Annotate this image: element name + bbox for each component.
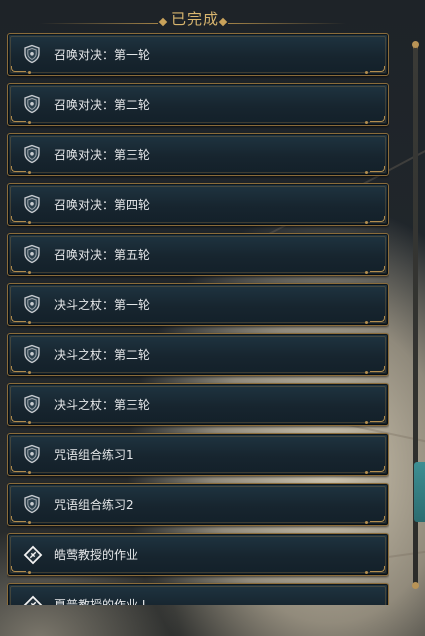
card-ornament-dot xyxy=(365,121,368,124)
card-ornament-dot xyxy=(28,521,31,524)
shield-icon xyxy=(22,344,42,364)
card-ornament-dot xyxy=(28,221,31,224)
quest-title: 召唤对决：第二轮 xyxy=(54,98,151,112)
scrollbar-cap-bottom xyxy=(412,582,419,589)
card-corner-ornament xyxy=(11,316,26,322)
card-corner-ornament xyxy=(11,216,26,222)
shield-icon xyxy=(22,44,42,64)
card-ornament-dot xyxy=(365,71,368,74)
quest-list-item[interactable]: 召唤对决：第二轮 xyxy=(7,83,389,126)
section-title: 已完成 xyxy=(170,10,219,28)
card-corner-ornament xyxy=(370,116,385,122)
quest-title: 决斗之杖：第一轮 xyxy=(54,298,151,312)
shield-icon xyxy=(22,444,42,464)
card-ornament-dot xyxy=(365,371,368,374)
card-corner-ornament xyxy=(11,66,26,72)
card-ornament-dot xyxy=(365,421,368,424)
card-ornament-dot xyxy=(365,321,368,324)
card-corner-ornament xyxy=(11,116,26,122)
card-ornament-dot xyxy=(28,471,31,474)
card-ornament-dot xyxy=(28,571,31,574)
quest-list-item[interactable]: 决斗之杖：第三轮 xyxy=(7,383,389,426)
card-ornament-dot xyxy=(28,271,31,274)
assignment-icon xyxy=(22,594,43,605)
quest-list-item[interactable]: 决斗之杖：第一轮 xyxy=(7,283,389,326)
card-corner-ornament xyxy=(370,66,385,72)
card-corner-ornament xyxy=(370,566,385,572)
header-divider-left xyxy=(40,23,158,24)
card-ornament-dot xyxy=(28,171,31,174)
scrollbar-cap-top xyxy=(412,41,419,48)
quest-title: 夏普教授的作业 I xyxy=(54,598,146,605)
quest-title: 决斗之杖：第三轮 xyxy=(54,398,151,412)
quest-title: 咒语组合练习1 xyxy=(54,448,134,462)
card-ornament-dot xyxy=(365,271,368,274)
quest-list-item[interactable]: 召唤对决：第四轮 xyxy=(7,183,389,226)
shield-icon xyxy=(22,394,42,414)
quest-title: 召唤对决：第三轮 xyxy=(54,148,151,162)
quest-log-screen: 已完成 召唤对决：第一轮 召唤对决：第二轮 召唤对决：第三轮 召唤对决：第四轮 召唤对决… xyxy=(0,0,425,636)
card-corner-ornament xyxy=(370,466,385,472)
quest-list-item[interactable]: 夏普教授的作业 I xyxy=(7,583,389,605)
shield-icon xyxy=(22,244,42,264)
card-ornament-dot xyxy=(28,421,31,424)
card-corner-ornament xyxy=(370,416,385,422)
quest-title: 决斗之杖：第二轮 xyxy=(54,348,151,362)
card-corner-ornament xyxy=(370,316,385,322)
section-header: 已完成 xyxy=(0,0,425,30)
card-corner-ornament xyxy=(11,416,26,422)
card-corner-ornament xyxy=(11,516,26,522)
card-ornament-dot xyxy=(28,71,31,74)
card-ornament-dot xyxy=(28,121,31,124)
side-panel-tab[interactable] xyxy=(414,462,425,522)
quest-list-item[interactable]: 召唤对决：第一轮 xyxy=(7,33,389,76)
quest-title: 咒语组合练习2 xyxy=(54,498,134,512)
header-divider-right xyxy=(228,23,346,24)
card-corner-ornament xyxy=(11,266,26,272)
card-corner-ornament xyxy=(11,366,26,372)
card-corner-ornament xyxy=(370,166,385,172)
completed-quest-list: 召唤对决：第一轮 召唤对决：第二轮 召唤对决：第三轮 召唤对决：第四轮 召唤对决：第五轮… xyxy=(7,33,389,605)
card-corner-ornament xyxy=(11,466,26,472)
quest-list-item[interactable]: 召唤对决：第五轮 xyxy=(7,233,389,276)
card-ornament-dot xyxy=(365,471,368,474)
assignment-icon xyxy=(22,544,43,565)
quest-list-item[interactable]: 皓莺教授的作业 xyxy=(7,533,389,576)
quest-list-item[interactable]: 决斗之杖：第二轮 xyxy=(7,333,389,376)
shield-icon xyxy=(22,94,42,114)
card-ornament-dot xyxy=(28,321,31,324)
card-corner-ornament xyxy=(370,366,385,372)
card-corner-ornament xyxy=(370,216,385,222)
card-corner-ornament xyxy=(370,516,385,522)
quest-list-item[interactable]: 咒语组合练习2 xyxy=(7,483,389,526)
card-ornament-dot xyxy=(28,371,31,374)
quest-title: 召唤对决：第一轮 xyxy=(54,48,151,62)
card-corner-ornament xyxy=(370,266,385,272)
shield-icon xyxy=(22,294,42,314)
quest-list-item[interactable]: 召唤对决：第三轮 xyxy=(7,133,389,176)
shield-icon xyxy=(22,144,42,164)
card-ornament-dot xyxy=(365,171,368,174)
card-corner-ornament xyxy=(11,166,26,172)
card-ornament-dot xyxy=(365,571,368,574)
quest-list-item[interactable]: 咒语组合练习1 xyxy=(7,433,389,476)
card-ornament-dot xyxy=(365,221,368,224)
quest-title: 皓莺教授的作业 xyxy=(54,548,139,562)
quest-title: 召唤对决：第四轮 xyxy=(54,198,151,212)
card-ornament-dot xyxy=(365,521,368,524)
shield-icon xyxy=(22,494,42,514)
quest-title: 召唤对决：第五轮 xyxy=(54,248,151,262)
card-corner-ornament xyxy=(11,566,26,572)
shield-icon xyxy=(22,194,42,214)
